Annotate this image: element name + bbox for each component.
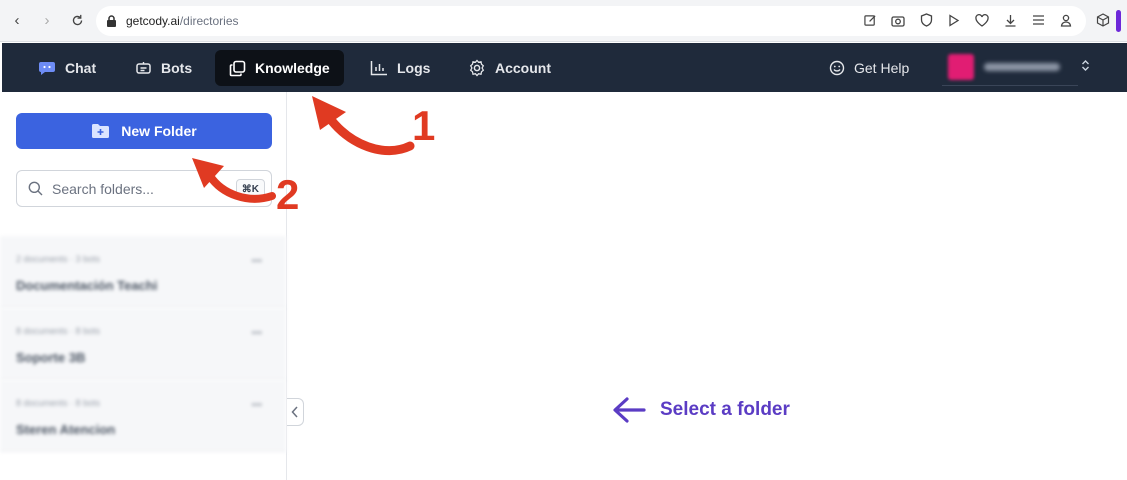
- annotation-number-1: 1: [412, 102, 436, 149]
- chevron-left-icon: [291, 406, 299, 418]
- nav-account[interactable]: Account: [454, 50, 565, 86]
- folder-name: Documentación Teachi: [16, 278, 158, 293]
- url-domain: getcody.ai: [126, 14, 180, 28]
- menu-icon[interactable]: [1030, 12, 1046, 28]
- url-path: /directories: [179, 14, 239, 28]
- camera-icon[interactable]: [890, 12, 906, 28]
- chat-bubble-icon: [38, 61, 56, 75]
- get-help-button[interactable]: Get Help: [815, 50, 923, 86]
- profile-icon[interactable]: [1058, 12, 1074, 28]
- extension-indicator: [1116, 10, 1121, 32]
- annotation-number-2: 2: [276, 171, 300, 218]
- select-folder-message: Select a folder: [660, 399, 790, 420]
- new-folder-label: New Folder: [121, 123, 197, 139]
- search-icon: [28, 181, 43, 196]
- arrow-left-icon: [612, 396, 646, 424]
- annotation-arrow-1: [312, 96, 415, 156]
- bot-icon: [135, 61, 152, 76]
- nav-logs[interactable]: Logs: [356, 50, 444, 86]
- play-icon[interactable]: [946, 12, 962, 28]
- list-item[interactable]: 8 documents · 8 bots Steren Atencion •••: [0, 380, 286, 452]
- folder-list: 2 documents · 3 bots Documentación Teach…: [0, 236, 286, 452]
- extension-cube-icon[interactable]: [1093, 10, 1113, 30]
- gear-icon: [468, 59, 486, 77]
- new-folder-button[interactable]: New Folder: [16, 113, 272, 149]
- user-menu[interactable]: [942, 48, 1089, 86]
- edit-icon[interactable]: [862, 12, 878, 28]
- folder-meta: 8 documents · 8 bots: [16, 326, 101, 336]
- folders-sidebar: New Folder ⌘K 2 documents · 3 bots Docum…: [0, 92, 287, 480]
- chevron-up-down-icon: [1081, 59, 1090, 73]
- nav-bots[interactable]: Bots: [121, 50, 206, 86]
- nav-knowledge[interactable]: Knowledge: [215, 50, 344, 86]
- copy-icon: [229, 60, 246, 77]
- more-icon[interactable]: •••: [251, 256, 262, 267]
- heart-icon[interactable]: [974, 12, 990, 28]
- empty-state: Select a folder: [612, 396, 790, 424]
- url-text: getcody.ai/directories: [126, 14, 239, 28]
- nav-account-label: Account: [495, 60, 551, 76]
- download-icon[interactable]: [1002, 12, 1018, 28]
- browser-toolbar: ‹ › getcody.ai/directories: [0, 0, 1127, 42]
- more-icon[interactable]: •••: [251, 328, 262, 339]
- forward-icon[interactable]: ›: [36, 9, 58, 31]
- folder-meta: 8 documents · 8 bots: [16, 398, 101, 408]
- lock-icon: [104, 14, 118, 28]
- app-navbar: Chat Bots Knowledge Logs Account Get Hel…: [2, 43, 1127, 92]
- folder-name: Steren Atencion: [16, 422, 116, 437]
- user-name-redacted: [984, 62, 1060, 71]
- nav-chat[interactable]: Chat: [24, 50, 110, 86]
- shield-icon[interactable]: [918, 12, 934, 28]
- folder-name: Soporte 3B: [16, 350, 86, 365]
- folder-plus-icon: [91, 123, 110, 139]
- avatar: [948, 53, 974, 80]
- back-icon[interactable]: ‹: [6, 9, 28, 31]
- list-item[interactable]: 2 documents · 3 bots Documentación Teach…: [0, 236, 286, 308]
- list-item[interactable]: 8 documents · 8 bots Soporte 3B •••: [0, 308, 286, 380]
- chart-icon: [370, 60, 388, 76]
- nav-knowledge-label: Knowledge: [255, 60, 330, 76]
- collapse-sidebar-button[interactable]: [287, 398, 304, 426]
- annotation-arrow-2: [192, 158, 276, 203]
- more-icon[interactable]: •••: [251, 400, 262, 411]
- nav-bots-label: Bots: [161, 60, 193, 76]
- smile-icon: [829, 60, 845, 76]
- nav-logs-label: Logs: [397, 60, 431, 76]
- nav-chat-label: Chat: [65, 60, 97, 76]
- reload-icon[interactable]: [66, 9, 88, 31]
- folder-meta: 2 documents · 3 bots: [16, 254, 101, 264]
- address-bar[interactable]: getcody.ai/directories: [96, 6, 1086, 36]
- get-help-label: Get Help: [854, 60, 910, 76]
